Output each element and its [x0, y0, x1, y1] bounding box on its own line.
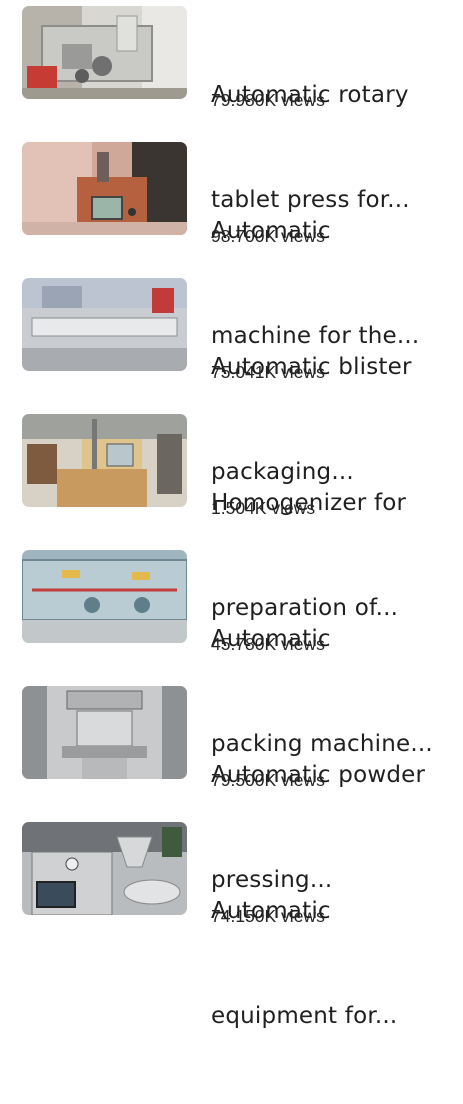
video-thumbnail[interactable]: [22, 6, 187, 99]
video-list-item[interactable]: Automatic equipment for... 74.150K views: [0, 816, 463, 1029]
view-count: 45.780K views: [211, 634, 325, 654]
view-count: 98.700K views: [211, 226, 325, 246]
video-thumbnail[interactable]: [22, 278, 187, 371]
video-thumbnail[interactable]: [22, 686, 187, 779]
blister-packaging-machine-photo: [22, 278, 187, 371]
video-list-item[interactable]: Automatic packing machine... 45.780K vie…: [0, 544, 463, 757]
video-thumbnail[interactable]: [22, 142, 187, 235]
video-list-item[interactable]: Automatic rotary tablet press for... 79.…: [0, 0, 463, 213]
view-count: 79.500K views: [211, 770, 325, 790]
video-thumbnail[interactable]: [22, 550, 187, 643]
view-count: 1.504K views: [211, 498, 316, 518]
view-count: 74.150K views: [211, 906, 325, 926]
video-title-line: equipment for...: [211, 1003, 398, 1029]
video-list-item[interactable]: Automatic blister packaging... 75.041K v…: [0, 272, 463, 485]
video-list-item[interactable]: Homogenizer for preparation of... 1.504K…: [0, 408, 463, 621]
control-panel-machine-photo: [22, 142, 187, 235]
tablet-press-machine-photo: [22, 6, 187, 99]
powder-press-machine-photo: [22, 686, 187, 779]
filling-equipment-machine-photo: [22, 822, 187, 915]
view-count: 79.980K views: [211, 90, 325, 110]
view-count: 75.041K views: [211, 362, 325, 382]
video-list: Automatic rotary tablet press for... 79.…: [0, 0, 463, 1029]
packing-machine-photo: [22, 550, 187, 643]
video-title[interactable]: Automatic equipment for...: [211, 824, 451, 1104]
video-list-item[interactable]: Automatic machine for the... 98.700K vie…: [0, 136, 463, 349]
video-thumbnail[interactable]: [22, 414, 187, 507]
homogenizer-machine-photo: [22, 414, 187, 507]
video-thumbnail[interactable]: [22, 822, 187, 915]
video-list-item[interactable]: Automatic powder pressing... 79.500K vie…: [0, 680, 463, 893]
